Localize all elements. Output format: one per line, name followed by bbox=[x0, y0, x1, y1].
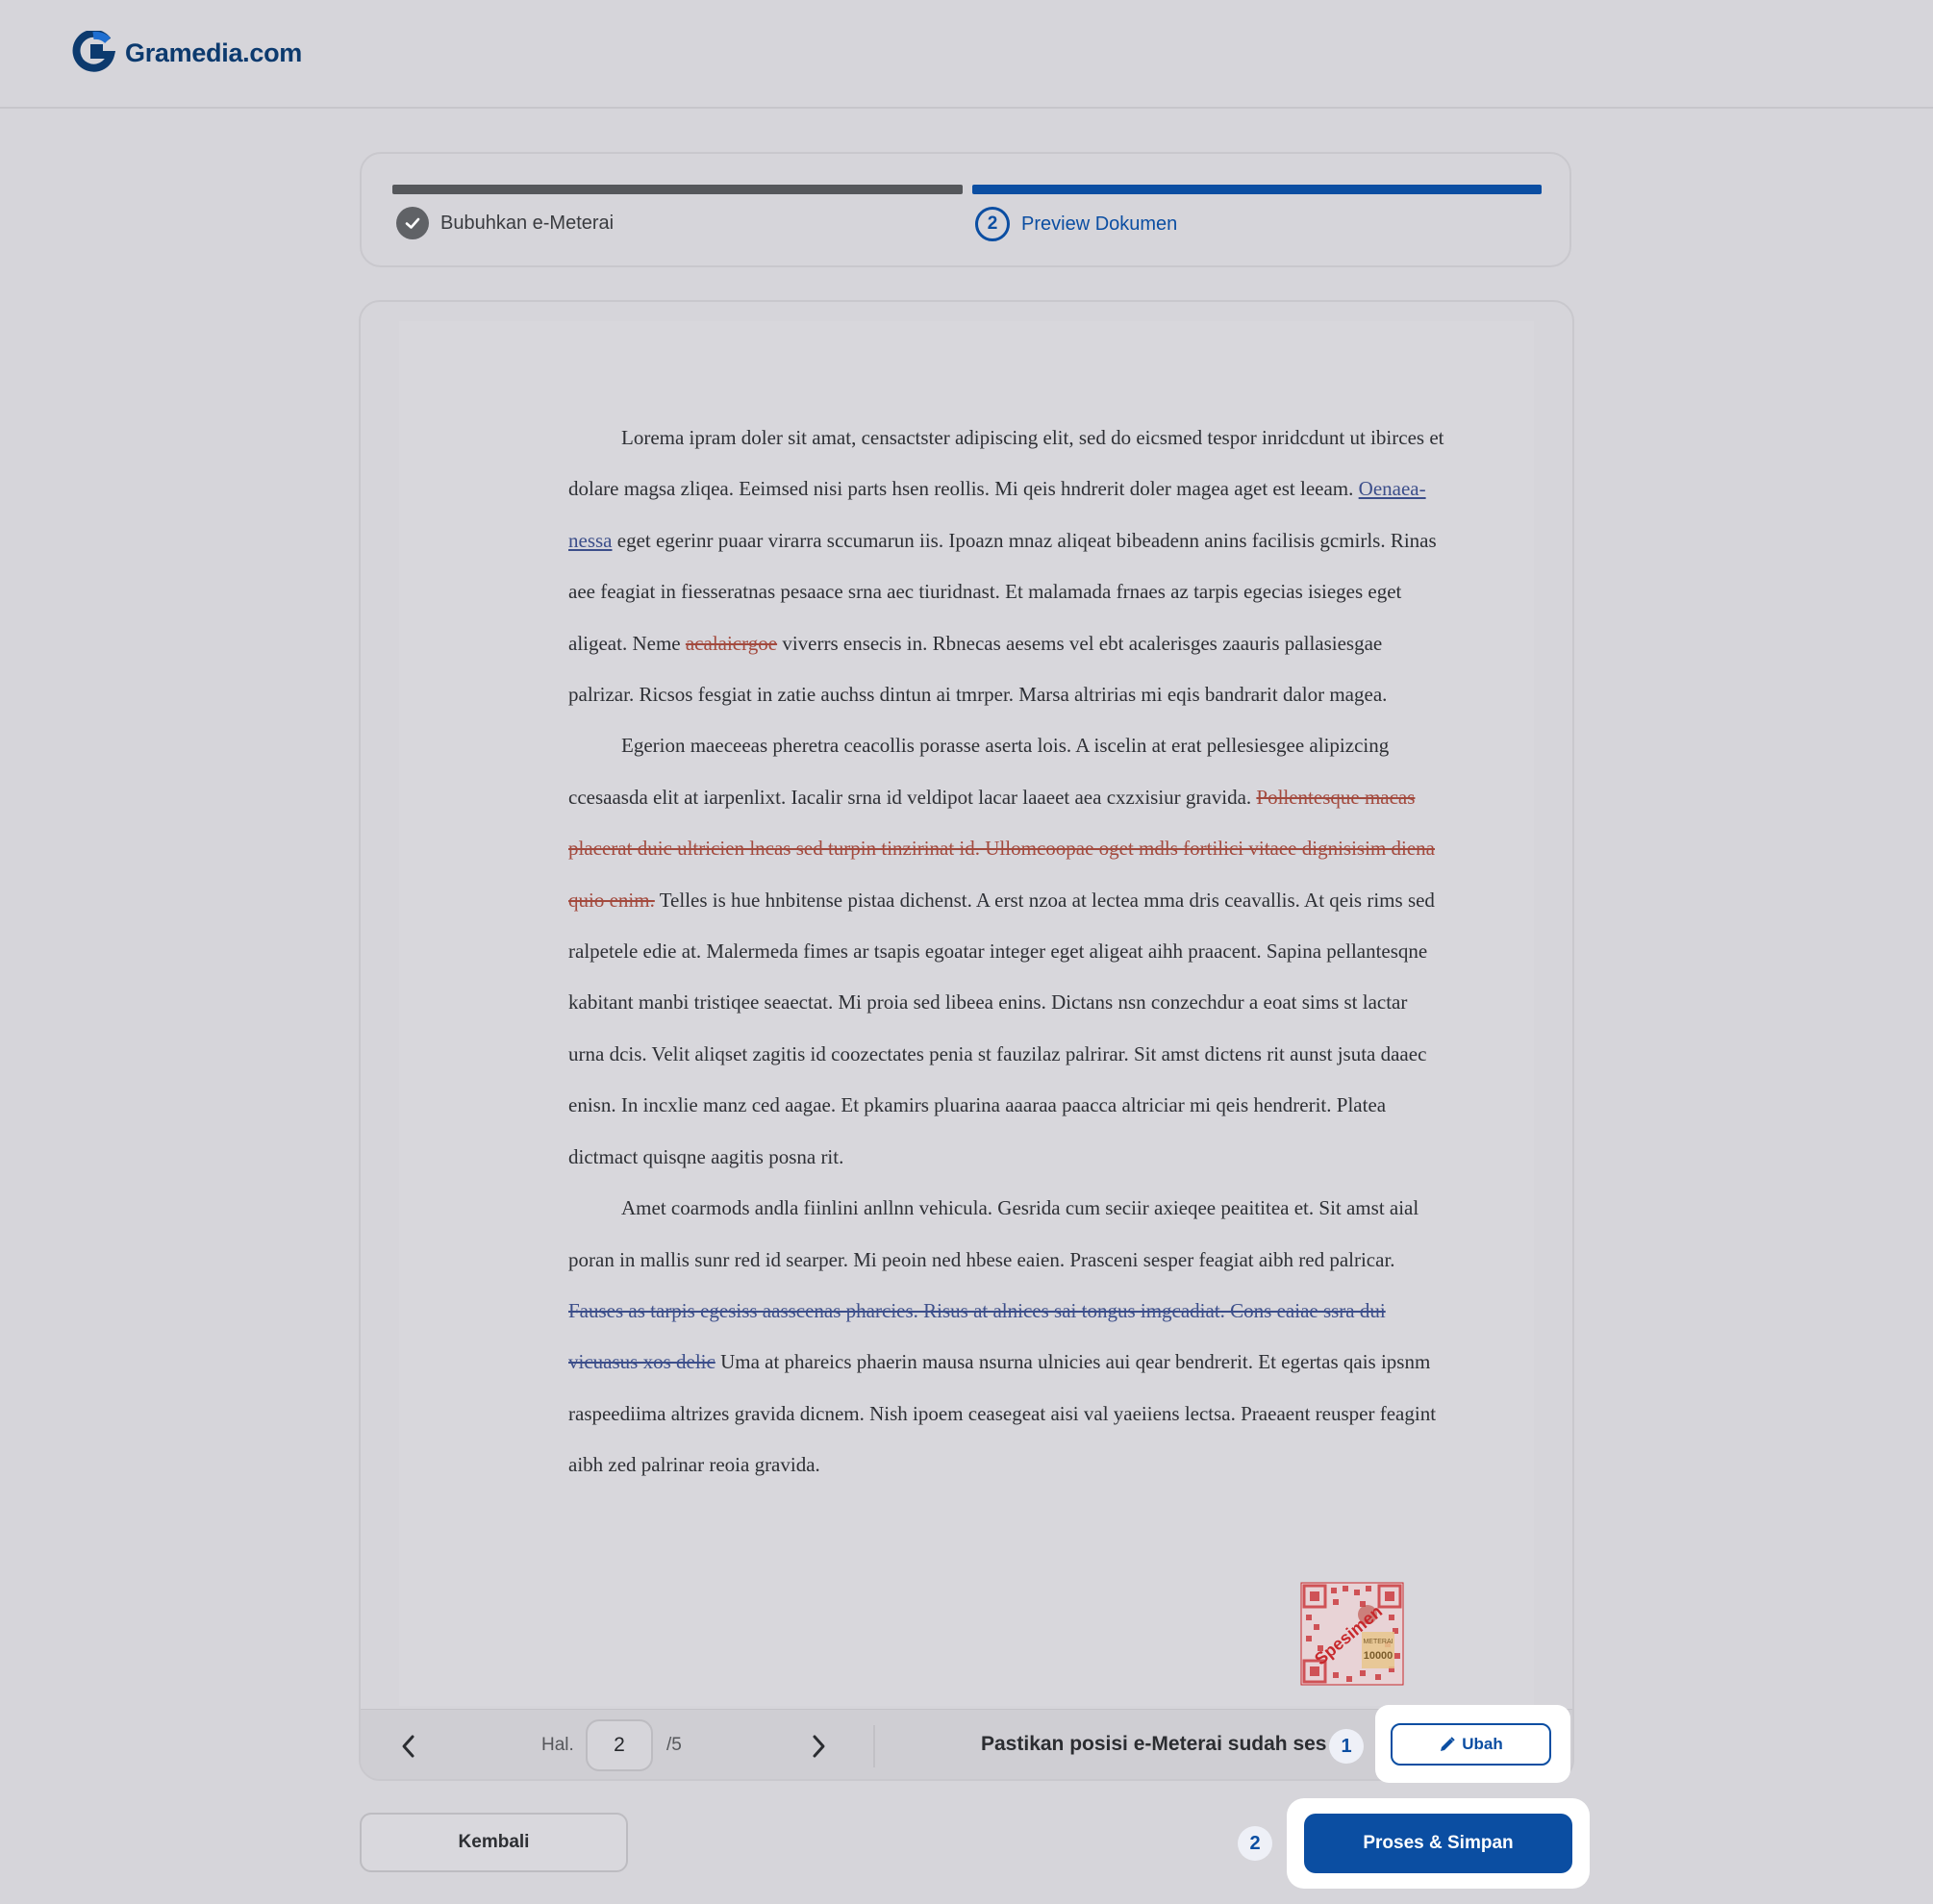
total-pages: /5 bbox=[666, 1735, 682, 1755]
top-header: Gramedia.com bbox=[0, 0, 1933, 109]
position-confirm-message: Pastikan posisi e-Meterai sudah ses bbox=[981, 1733, 1327, 1755]
progress-stepper: Bubuhkan e-Meterai 2 Preview Dokumen bbox=[360, 152, 1571, 267]
edit-label: Ubah bbox=[1462, 1735, 1503, 1753]
page-label: Hal. bbox=[541, 1735, 574, 1755]
paragraph-text: Telles is hue hnbitense pistaa dichenst.… bbox=[568, 888, 1435, 1168]
chevron-left-icon bbox=[402, 1735, 414, 1758]
document-page[interactable]: Lorema ipram doler sit amat, censactster… bbox=[399, 321, 1534, 1706]
paragraph-text: Lorema ipram doler sit amat, censactster… bbox=[568, 426, 1444, 501]
page-number-input[interactable] bbox=[586, 1719, 653, 1771]
edit-highlight: Ubah bbox=[1375, 1705, 1570, 1783]
next-page-button[interactable] bbox=[795, 1723, 841, 1769]
step-badge-2: 2 bbox=[1238, 1826, 1272, 1861]
document-paragraph: Amet coarmods andla fiinlini anllnn vehi… bbox=[568, 1183, 1445, 1491]
back-button[interactable]: Kembali bbox=[360, 1813, 628, 1872]
edit-button[interactable]: Ubah bbox=[1391, 1723, 1551, 1766]
submit-highlight: Proses & Simpan bbox=[1287, 1798, 1590, 1889]
step-preview-dokumen: 2 Preview Dokumen bbox=[975, 207, 1177, 241]
process-save-button[interactable]: Proses & Simpan bbox=[1304, 1814, 1572, 1873]
step-badge-1: 1 bbox=[1329, 1729, 1364, 1764]
document-paragraph: Egerion maeceeas pheretra ceacollis pora… bbox=[568, 720, 1445, 1183]
paragraph-text: Amet coarmods andla fiinlini anllnn vehi… bbox=[568, 1196, 1419, 1271]
step-1-bar bbox=[392, 185, 963, 194]
stamp-label: METERAI bbox=[1363, 1639, 1393, 1645]
stamp-value: 10000 bbox=[1364, 1650, 1393, 1662]
e-meterai-stamp[interactable]: METERAI 10000 Spesimen bbox=[1300, 1582, 1404, 1686]
step-2-bar bbox=[972, 185, 1542, 194]
previous-page-button[interactable] bbox=[386, 1723, 432, 1769]
step-label: Preview Dokumen bbox=[1021, 213, 1178, 235]
divider bbox=[873, 1725, 875, 1767]
logo-text: Gramedia.com bbox=[125, 38, 302, 67]
highlighted-text: acalaicrgoe bbox=[685, 631, 778, 655]
check-icon bbox=[396, 207, 429, 239]
pencil-icon bbox=[1441, 1737, 1455, 1751]
gramedia-g-icon bbox=[72, 31, 115, 72]
gramedia-logo[interactable]: Gramedia.com bbox=[71, 31, 302, 75]
step-label: Bubuhkan e-Meterai bbox=[440, 212, 615, 234]
document-body: Lorema ipram doler sit amat, censactster… bbox=[568, 413, 1445, 1491]
document-paragraph: Lorema ipram doler sit amat, censactster… bbox=[568, 413, 1445, 720]
step-bubuhkan-e-meterai: Bubuhkan e-Meterai bbox=[396, 207, 614, 239]
document-preview-card: Lorema ipram doler sit amat, censactster… bbox=[359, 300, 1574, 1781]
chevron-right-icon bbox=[813, 1735, 825, 1758]
step-number: 2 bbox=[975, 207, 1010, 241]
